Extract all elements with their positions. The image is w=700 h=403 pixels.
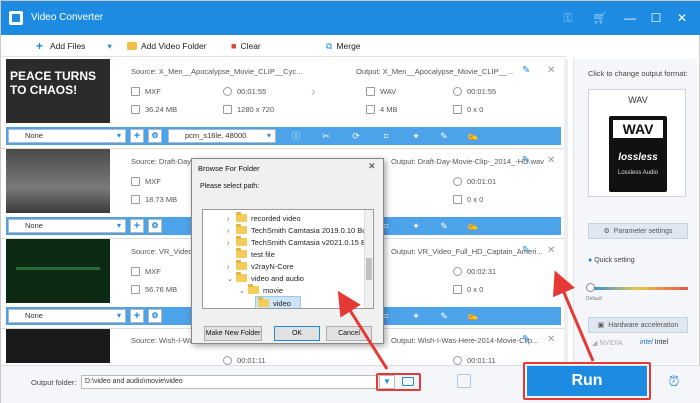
arrow-to-selected-folder: [337, 290, 389, 370]
annotation-arrows: [337, 270, 595, 370]
video-converter-window: Video Converter ⚿ 🛒︎ — ☐ ✕ + Add Files ▾…: [0, 0, 700, 403]
arrow-to-run-button: [552, 270, 595, 362]
